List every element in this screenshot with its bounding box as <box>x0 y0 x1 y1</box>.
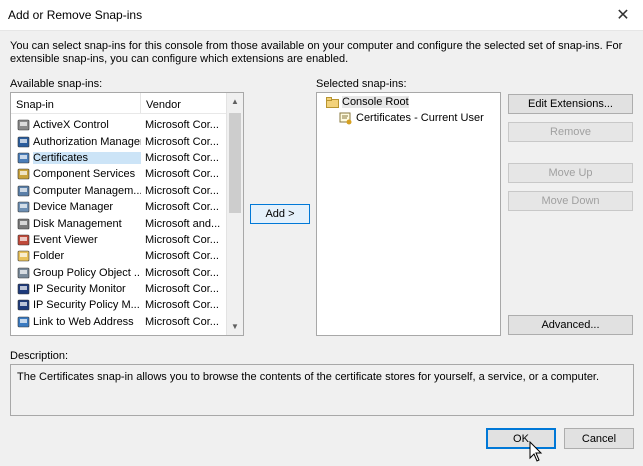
snapin-row[interactable]: IP Security Monitor Microsoft Cor... <box>11 281 227 297</box>
tree-item-certificates-current-user[interactable]: Certificates - Current User <box>339 112 484 124</box>
ok-button[interactable]: OK <box>486 428 556 449</box>
snapin-row[interactable]: Computer Managem... Microsoft Cor... <box>11 183 227 199</box>
snapin-name: Event Viewer <box>33 233 98 246</box>
snapin-name: Disk Management <box>33 217 122 230</box>
advanced-button[interactable]: Advanced... <box>508 315 633 335</box>
activex-icon <box>16 119 30 131</box>
snapin-vendor: Microsoft Cor... <box>145 299 219 312</box>
snapin-row[interactable]: Group Policy Object ... Microsoft Cor... <box>11 265 227 281</box>
title-bar: Add or Remove Snap-ins ✕ <box>0 0 643 31</box>
snapin-vendor: Microsoft Cor... <box>145 201 219 214</box>
console-root-folder-icon <box>325 96 339 108</box>
close-button[interactable]: ✕ <box>603 0 643 30</box>
certificates-icon <box>16 152 30 164</box>
event-viewer-icon <box>16 234 30 246</box>
snapin-row[interactable]: Link to Web Address Microsoft Cor... <box>11 314 227 330</box>
description-box: The Certificates snap-in allows you to b… <box>10 364 634 416</box>
move-down-button[interactable]: Move Down <box>508 191 633 211</box>
column-header-vendor[interactable]: Vendor <box>141 93 227 113</box>
snapin-name: Group Policy Object ... <box>33 266 141 279</box>
snapin-vendor: Microsoft Cor... <box>145 168 219 181</box>
snapin-vendor: Microsoft and... <box>145 217 221 230</box>
selected-snapins-tree[interactable]: Console Root Certificates - Current User <box>316 92 501 336</box>
snapin-row[interactable]: Folder Microsoft Cor... <box>11 248 227 264</box>
close-icon: ✕ <box>616 7 630 24</box>
disk-management-icon <box>16 218 30 230</box>
available-snapins-label: Available snap-ins: <box>10 78 103 90</box>
component-services-icon <box>16 168 30 180</box>
column-header-snapin[interactable]: Snap-in <box>11 93 141 113</box>
snapin-name: IP Security Policy M... <box>33 299 140 312</box>
snapin-vendor: Microsoft Cor... <box>145 315 219 328</box>
snapin-row[interactable]: Authorization Manager Microsoft Cor... <box>11 133 227 149</box>
device-manager-icon <box>16 201 30 213</box>
tree-item-console-root[interactable]: Console Root <box>325 96 409 108</box>
intro-text: You can select snap-ins for this console… <box>10 40 623 65</box>
column-header: Snap-in Vendor <box>11 93 227 114</box>
scroll-down-icon[interactable]: ▼ <box>227 318 243 335</box>
ip-security-policy-icon <box>16 299 30 311</box>
edit-extensions-button[interactable]: Edit Extensions... <box>508 94 633 114</box>
snapin-row[interactable]: Certificates Microsoft Cor... <box>11 150 227 166</box>
snapin-row[interactable]: Disk Management Microsoft and... <box>11 215 227 231</box>
add-button[interactable]: Add > <box>250 204 310 224</box>
remove-button[interactable]: Remove <box>508 122 633 142</box>
snapin-row[interactable]: IP Security Policy M... Microsoft Cor... <box>11 297 227 313</box>
available-snapins-list[interactable]: Snap-in Vendor ActiveX Control Microsoft … <box>10 92 244 336</box>
snapin-vendor: Microsoft Cor... <box>145 151 219 164</box>
snapin-name: Computer Managem... <box>33 184 141 197</box>
scroll-up-icon[interactable]: ▲ <box>227 93 243 110</box>
snapin-row[interactable]: Event Viewer Microsoft Cor... <box>11 232 227 248</box>
group-policy-icon <box>16 267 30 279</box>
snapin-vendor: Microsoft Cor... <box>145 283 219 296</box>
cancel-button[interactable]: Cancel <box>564 428 634 449</box>
snapin-vendor: Microsoft Cor... <box>145 233 219 246</box>
mouse-pointer-icon <box>529 440 543 466</box>
available-snapins-rows: ActiveX Control Microsoft Cor... Authoriza… <box>11 117 227 330</box>
snapin-name: Certificates <box>33 151 141 164</box>
snapin-row[interactable]: Component Services Microsoft Cor... <box>11 166 227 182</box>
snapin-name: Authorization Manager <box>33 135 141 148</box>
ip-security-monitor-icon <box>16 283 30 295</box>
snapin-vendor: Microsoft Cor... <box>145 184 219 197</box>
snapin-name: ActiveX Control <box>33 119 109 132</box>
vertical-scrollbar[interactable]: ▲ ▼ <box>226 93 243 335</box>
computer-management-icon <box>16 185 30 197</box>
snapin-name: Device Manager <box>33 201 114 214</box>
snapin-vendor: Microsoft Cor... <box>145 119 219 132</box>
snapin-name: IP Security Monitor <box>33 283 126 296</box>
snapin-row[interactable]: ActiveX Control Microsoft Cor... <box>11 117 227 133</box>
snapin-vendor: Microsoft Cor... <box>145 135 219 148</box>
move-up-button[interactable]: Move Up <box>508 163 633 183</box>
folder-icon <box>16 250 30 262</box>
certificates-current-user-label: Certificates - Current User <box>356 112 484 124</box>
certificate-icon <box>339 112 353 124</box>
snapin-row[interactable]: Device Manager Microsoft Cor... <box>11 199 227 215</box>
description-label: Description: <box>10 350 69 362</box>
snapin-vendor: Microsoft Cor... <box>145 250 219 263</box>
authorization-icon <box>16 136 30 148</box>
description-text: The Certificates snap-in allows you to b… <box>17 371 600 383</box>
console-root-label: Console Root <box>342 96 409 108</box>
snapin-name: Folder <box>33 250 65 263</box>
scroll-thumb[interactable] <box>229 113 241 213</box>
snapin-vendor: Microsoft Cor... <box>145 266 219 279</box>
selected-snapins-label: Selected snap-ins: <box>316 78 407 90</box>
snapin-name: Component Services <box>33 168 136 181</box>
window-title: Add or Remove Snap-ins <box>8 8 143 22</box>
snapin-name: Link to Web Address <box>33 315 134 328</box>
link-icon <box>16 316 30 328</box>
